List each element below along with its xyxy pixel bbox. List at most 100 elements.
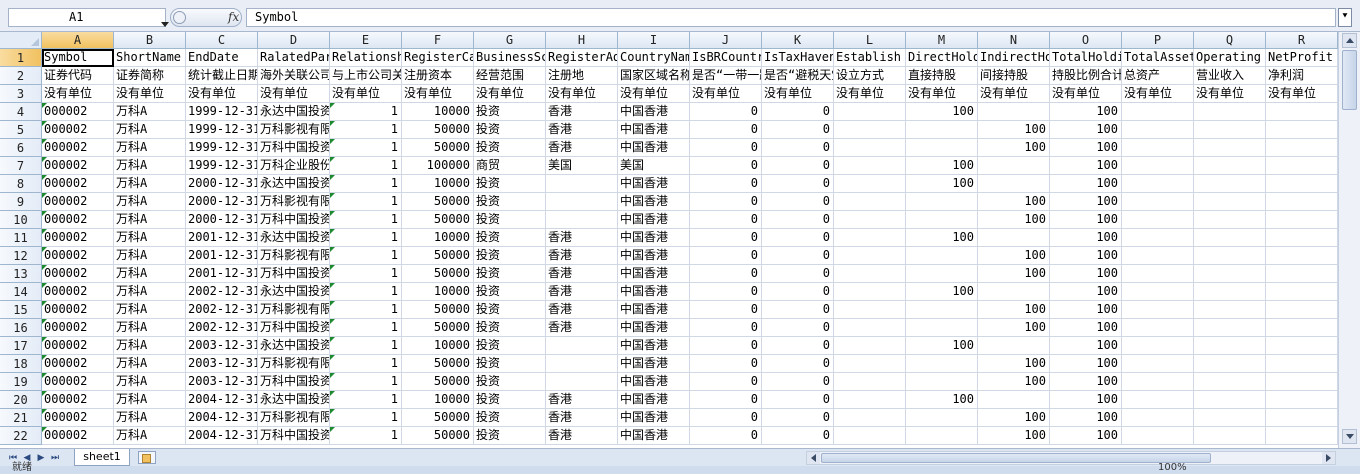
cell-e12[interactable]: 1 [330, 247, 402, 265]
cell-p14[interactable] [1122, 283, 1194, 301]
column-header-e[interactable]: E [330, 32, 402, 49]
cell-j17[interactable]: 0 [690, 337, 762, 355]
cell-l7[interactable] [834, 157, 906, 175]
cell-p13[interactable] [1122, 265, 1194, 283]
cell-m11[interactable]: 100 [906, 229, 978, 247]
cell-k11[interactable]: 0 [762, 229, 834, 247]
cell-b10[interactable]: 万科A [114, 211, 186, 229]
cell-o15[interactable]: 100 [1050, 301, 1122, 319]
cell-i15[interactable]: 中国香港 [618, 301, 690, 319]
cell-a5[interactable]: 000002 [42, 121, 114, 139]
name-box[interactable]: A1 [8, 8, 169, 27]
cell-e5[interactable]: 1 [330, 121, 402, 139]
cell-m9[interactable] [906, 193, 978, 211]
cell-b20[interactable]: 万科A [114, 391, 186, 409]
cell-e2[interactable]: 与上市公司关系 [330, 67, 402, 85]
cell-c8[interactable]: 2000-12-31 [186, 175, 258, 193]
row-header[interactable]: 20 [0, 391, 42, 409]
cell-r11[interactable] [1266, 229, 1338, 247]
cell-q21[interactable] [1194, 409, 1266, 427]
cell-h21[interactable]: 香港 [546, 409, 618, 427]
cell-n12[interactable]: 100 [978, 247, 1050, 265]
cell-a20[interactable]: 000002 [42, 391, 114, 409]
sheet-tab[interactable]: sheet1 [74, 449, 130, 466]
chevron-down-icon[interactable] [161, 22, 169, 27]
column-header-k[interactable]: K [762, 32, 834, 49]
cell-n19[interactable]: 100 [978, 373, 1050, 391]
cell-r21[interactable] [1266, 409, 1338, 427]
cell-a6[interactable]: 000002 [42, 139, 114, 157]
cell-k20[interactable]: 0 [762, 391, 834, 409]
cell-a2[interactable]: 证券代码 [42, 67, 114, 85]
cell-a17[interactable]: 000002 [42, 337, 114, 355]
cell-e1[interactable]: Relationship [330, 49, 402, 67]
cell-h16[interactable]: 香港 [546, 319, 618, 337]
cell-b13[interactable]: 万科A [114, 265, 186, 283]
cell-k12[interactable]: 0 [762, 247, 834, 265]
cell-l19[interactable] [834, 373, 906, 391]
cell-i12[interactable]: 中国香港 [618, 247, 690, 265]
cell-n9[interactable]: 100 [978, 193, 1050, 211]
scroll-left-icon[interactable] [807, 452, 820, 464]
cell-i13[interactable]: 中国香港 [618, 265, 690, 283]
cell-q8[interactable] [1194, 175, 1266, 193]
cell-p8[interactable] [1122, 175, 1194, 193]
cell-e19[interactable]: 1 [330, 373, 402, 391]
cell-p5[interactable] [1122, 121, 1194, 139]
cell-o3[interactable]: 没有单位 [1050, 85, 1122, 103]
cell-b4[interactable]: 万科A [114, 103, 186, 121]
cell-o11[interactable]: 100 [1050, 229, 1122, 247]
cell-r8[interactable] [1266, 175, 1338, 193]
cell-a3[interactable]: 没有单位 [42, 85, 114, 103]
cell-e11[interactable]: 1 [330, 229, 402, 247]
cell-m22[interactable] [906, 427, 978, 445]
cell-l4[interactable] [834, 103, 906, 121]
cell-e9[interactable]: 1 [330, 193, 402, 211]
cell-r22[interactable] [1266, 427, 1338, 445]
cell-p4[interactable] [1122, 103, 1194, 121]
row-header[interactable]: 11 [0, 229, 42, 247]
row-header[interactable]: 9 [0, 193, 42, 211]
cell-n3[interactable]: 没有单位 [978, 85, 1050, 103]
cell-o5[interactable]: 100 [1050, 121, 1122, 139]
cell-a10[interactable]: 000002 [42, 211, 114, 229]
cell-d13[interactable]: 万科中国投资 [258, 265, 330, 283]
formula-input[interactable]: Symbol [246, 8, 1336, 27]
cell-f2[interactable]: 注册资本 [402, 67, 474, 85]
cell-g10[interactable]: 投资 [474, 211, 546, 229]
cell-c1[interactable]: EndDate [186, 49, 258, 67]
cell-l9[interactable] [834, 193, 906, 211]
cell-q13[interactable] [1194, 265, 1266, 283]
cell-k6[interactable]: 0 [762, 139, 834, 157]
cell-j18[interactable]: 0 [690, 355, 762, 373]
cell-o4[interactable]: 100 [1050, 103, 1122, 121]
cell-c16[interactable]: 2002-12-31 [186, 319, 258, 337]
cancel-icon[interactable] [173, 11, 186, 24]
cell-b2[interactable]: 证券简称 [114, 67, 186, 85]
cell-m12[interactable] [906, 247, 978, 265]
cell-f11[interactable]: 10000 [402, 229, 474, 247]
cell-f12[interactable]: 50000 [402, 247, 474, 265]
cell-e6[interactable]: 1 [330, 139, 402, 157]
cell-d1[interactable]: RalatedParty [258, 49, 330, 67]
cell-n20[interactable] [978, 391, 1050, 409]
cell-g18[interactable]: 投资 [474, 355, 546, 373]
cell-c7[interactable]: 1999-12-31 [186, 157, 258, 175]
cell-o18[interactable]: 100 [1050, 355, 1122, 373]
cell-c17[interactable]: 2003-12-31 [186, 337, 258, 355]
vertical-scrollbar[interactable] [1338, 32, 1360, 448]
last-sheet-icon[interactable]: ⏭ [50, 452, 60, 464]
cell-e18[interactable]: 1 [330, 355, 402, 373]
horizontal-scrollbar[interactable] [806, 451, 1336, 465]
cell-q4[interactable] [1194, 103, 1266, 121]
cell-g13[interactable]: 投资 [474, 265, 546, 283]
cell-m13[interactable] [906, 265, 978, 283]
cell-o13[interactable]: 100 [1050, 265, 1122, 283]
cell-o12[interactable]: 100 [1050, 247, 1122, 265]
row-header[interactable]: 4 [0, 103, 42, 121]
cell-e17[interactable]: 1 [330, 337, 402, 355]
cell-g1[interactable]: BusinessScope [474, 49, 546, 67]
cell-d19[interactable]: 万科中国投资 [258, 373, 330, 391]
column-header-b[interactable]: B [114, 32, 186, 49]
cell-g3[interactable]: 没有单位 [474, 85, 546, 103]
